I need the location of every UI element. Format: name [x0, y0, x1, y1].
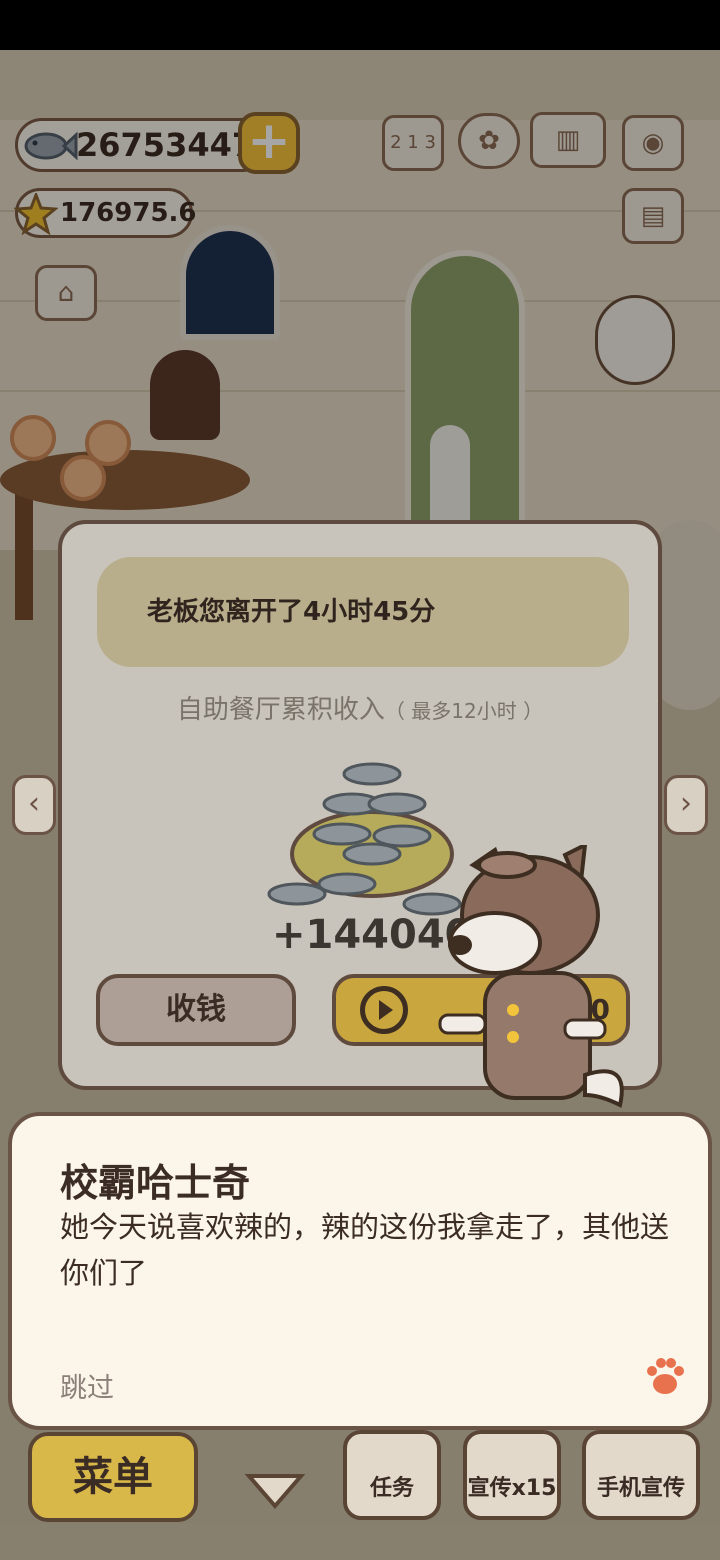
tasks-label: 任务	[369, 1476, 414, 1501]
menu-button[interactable]: 菜单	[28, 1432, 198, 1522]
away-banner: 老板您离开了4小时45分	[97, 557, 629, 667]
husky-character	[438, 845, 624, 1108]
chevron-down-icon[interactable]	[245, 1470, 305, 1510]
status-bar	[0, 0, 720, 50]
speech-dialog[interactable]: 校霸哈士奇 她今天说喜欢辣的，辣的这份我拿走了，其他送你们了 跳过	[8, 1112, 712, 1430]
away-message: 老板您离开了4小时45分	[147, 597, 436, 627]
phone-promote-button[interactable]: 手机宣传	[582, 1430, 700, 1520]
collect-button[interactable]: 收钱	[96, 974, 296, 1046]
scroll-left-arrow[interactable]: ‹	[12, 775, 56, 835]
play-icon	[360, 986, 408, 1034]
tasks-button[interactable]: 任务	[343, 1430, 441, 1520]
income-limit: （ 最多12小时 ）	[384, 699, 544, 723]
speech-text: 她今天说喜欢辣的，辣的这份我拿走了，其他送你们了	[60, 1210, 670, 1290]
promote-label: 宣传x15	[467, 1476, 557, 1501]
speaker-name: 校霸哈士奇	[60, 1161, 251, 1205]
income-label: 自助餐厅累积收入	[176, 695, 385, 725]
income-subtitle: 自助餐厅累积收入（ 最多12小时 ）	[62, 689, 658, 726]
promote-button[interactable]: 宣传x15	[463, 1430, 561, 1520]
paw-icon[interactable]	[642, 1354, 688, 1400]
phone-promote-label: 手机宣传	[596, 1476, 685, 1501]
scroll-right-arrow[interactable]: ›	[664, 775, 708, 835]
skip-button[interactable]: 跳过	[60, 1366, 114, 1405]
